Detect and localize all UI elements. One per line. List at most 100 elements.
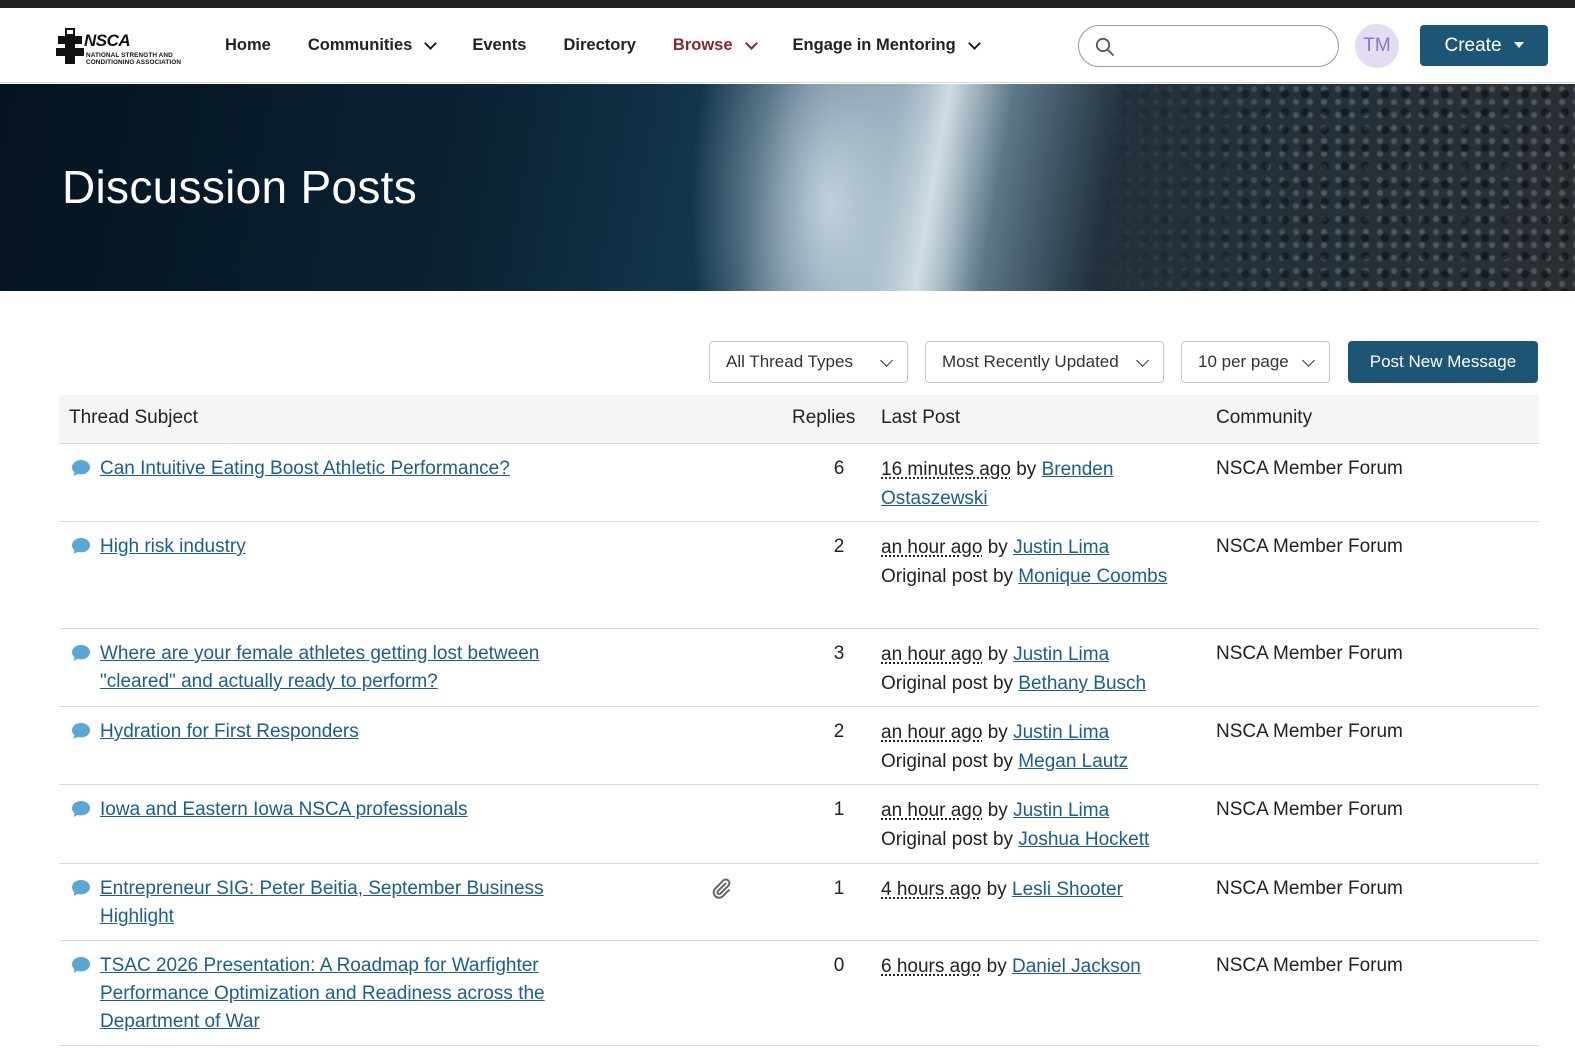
last-post-time: 6 hours ago (881, 956, 982, 977)
last-post-time: 16 minutes ago (881, 459, 1011, 480)
last-post-author-link[interactable]: Justin Lima (1013, 537, 1109, 558)
nav-item-events[interactable]: Events (472, 36, 526, 55)
chevron-down-icon (1136, 354, 1149, 367)
thread-subject-link[interactable]: Can Intuitive Eating Boost Athletic Perf… (100, 455, 620, 483)
reply-count: 0 (833, 955, 845, 976)
thread-subject-link[interactable]: Where are your female athletes getting l… (100, 640, 620, 696)
thread-subject-link[interactable]: Entrepreneur SIG: Peter Beitia, Septembe… (100, 875, 620, 931)
thread-type-select[interactable]: All Thread Types (709, 341, 908, 383)
site-header: NSCA NATIONAL STRENGTH AND CONDITIONING … (0, 8, 1575, 83)
reply-count: 2 (833, 536, 845, 557)
logo-wordmark: NSCA (84, 31, 131, 50)
attachment-icon (712, 878, 731, 899)
logo-mark-icon (56, 28, 84, 64)
last-post-time: an hour ago (881, 644, 983, 665)
column-header-last-post[interactable]: Last Post (881, 407, 960, 429)
thread-subject-link[interactable]: Hydration for First Responders (100, 718, 620, 746)
original-author-link[interactable]: Megan Lautz (1018, 751, 1128, 772)
last-post-info: an hour ago by Justin Lima Original post … (881, 718, 1201, 776)
table-body: Can Intuitive Eating Boost Athletic Perf… (59, 444, 1539, 1046)
speech-bubble-icon (72, 801, 90, 817)
community-name: NSCA Member Forum (1216, 878, 1403, 899)
column-header-subject[interactable]: Thread Subject (69, 407, 198, 429)
speech-bubble-icon (72, 538, 90, 554)
page-banner: Discussion Posts (0, 84, 1575, 291)
original-post-label: Original post by (881, 673, 1014, 694)
nav-item-browse[interactable]: Browse (673, 36, 758, 55)
create-label: Create (1444, 34, 1502, 56)
last-post-author-link[interactable]: Lesli Shooter (1012, 879, 1123, 900)
last-post-time: 4 hours ago (881, 879, 982, 900)
table-row: High risk industry 2 an hour ago by Justin… (59, 522, 1539, 629)
search-box[interactable] (1078, 25, 1339, 67)
table-row: Entrepreneur SIG: Peter Beitia, Septembe… (59, 864, 1539, 941)
thread-subject-link[interactable]: TSAC 2026 Presentation: A Roadmap for Wa… (100, 952, 620, 1036)
by-label: by (986, 956, 1007, 977)
reply-count: 1 (833, 878, 845, 899)
last-post-author-link[interactable]: Daniel Jackson (1012, 956, 1141, 977)
by-label: by (987, 644, 1008, 665)
nav-item-engage-in-mentoring[interactable]: Engage in Mentoring (792, 36, 981, 55)
last-post-author-link[interactable]: Justin Lima (1013, 644, 1109, 665)
original-post-label: Original post by (881, 751, 1014, 772)
chevron-down-icon (967, 36, 981, 50)
community-name: NSCA Member Forum (1216, 955, 1403, 976)
post-new-message-button[interactable]: Post New Message (1348, 341, 1538, 383)
community-name: NSCA Member Forum (1216, 458, 1403, 479)
reply-count: 1 (833, 799, 845, 820)
thread-subject-link[interactable]: High risk industry (100, 533, 620, 561)
thread-subject-link[interactable]: Iowa and Eastern Iowa NSCA professionals (100, 796, 620, 824)
last-post-author-link[interactable]: Justin Lima (1013, 722, 1109, 743)
nav-item-home[interactable]: Home (225, 36, 271, 55)
chevron-down-icon (424, 36, 438, 50)
column-header-replies[interactable]: Replies (792, 407, 855, 429)
chevron-down-icon (880, 354, 893, 367)
sort-select[interactable]: Most Recently Updated (925, 341, 1164, 383)
by-label: by (987, 800, 1008, 821)
nav-item-label: Events (472, 36, 527, 54)
nsca-logo[interactable]: NSCA NATIONAL STRENGTH AND CONDITIONING … (56, 26, 201, 68)
sort-value: Most Recently Updated (942, 352, 1119, 371)
page-title: Discussion Posts (62, 161, 418, 213)
per-page-select[interactable]: 10 per page (1181, 341, 1330, 383)
table-row: Can Intuitive Eating Boost Athletic Perf… (59, 444, 1539, 522)
last-post-time: an hour ago (881, 800, 983, 821)
search-input[interactable] (1123, 34, 1323, 58)
nav-item-label: Home (225, 36, 271, 54)
speech-bubble-icon (72, 460, 90, 476)
last-post-info: 6 hours ago by Daniel Jackson (881, 952, 1201, 981)
thread-type-value: All Thread Types (726, 352, 853, 371)
nav-item-label: Engage in Mentoring (792, 36, 956, 54)
speech-bubble-icon (72, 880, 90, 896)
filter-bar: All Thread Types Most Recently Updated 1… (0, 341, 1575, 383)
last-post-time: an hour ago (881, 537, 983, 558)
by-label: by (986, 879, 1007, 900)
original-post-label: Original post by (881, 829, 1014, 850)
table-row: Where are your female athletes getting l… (59, 629, 1539, 707)
nav-item-communities[interactable]: Communities (308, 36, 438, 55)
original-post-label: Original post by (881, 566, 1014, 587)
create-button[interactable]: Create (1420, 25, 1548, 66)
original-author-link[interactable]: Monique Coombs (1018, 566, 1167, 587)
last-post-author-link[interactable]: Justin Lima (1013, 800, 1109, 821)
caret-down-icon (1513, 41, 1524, 48)
reply-count: 3 (833, 643, 845, 664)
speech-bubble-icon (72, 645, 90, 661)
nav-item-directory[interactable]: Directory (563, 36, 635, 55)
column-header-community[interactable]: Community (1216, 407, 1312, 429)
last-post-time: an hour ago (881, 722, 983, 743)
by-label: by (987, 537, 1008, 558)
last-post-info: an hour ago by Justin Lima Original post … (881, 796, 1201, 854)
by-label: by (1016, 459, 1037, 480)
user-avatar[interactable]: TM (1355, 24, 1399, 68)
table-row: TSAC 2026 Presentation: A Roadmap for Wa… (59, 941, 1539, 1046)
nav-item-label: Directory (563, 36, 636, 54)
by-label: by (987, 722, 1008, 743)
last-post-info: 16 minutes ago by Brenden Ostaszewski (881, 455, 1201, 513)
original-author-link[interactable]: Bethany Busch (1018, 673, 1146, 694)
discussion-table: Thread Subject Replies Last Post Communi… (59, 395, 1539, 1046)
original-author-link[interactable]: Joshua Hockett (1018, 829, 1149, 850)
speech-bubble-icon (72, 723, 90, 739)
last-post-info: an hour ago by Justin Lima Original post … (881, 640, 1201, 698)
top-strip (0, 0, 1575, 8)
